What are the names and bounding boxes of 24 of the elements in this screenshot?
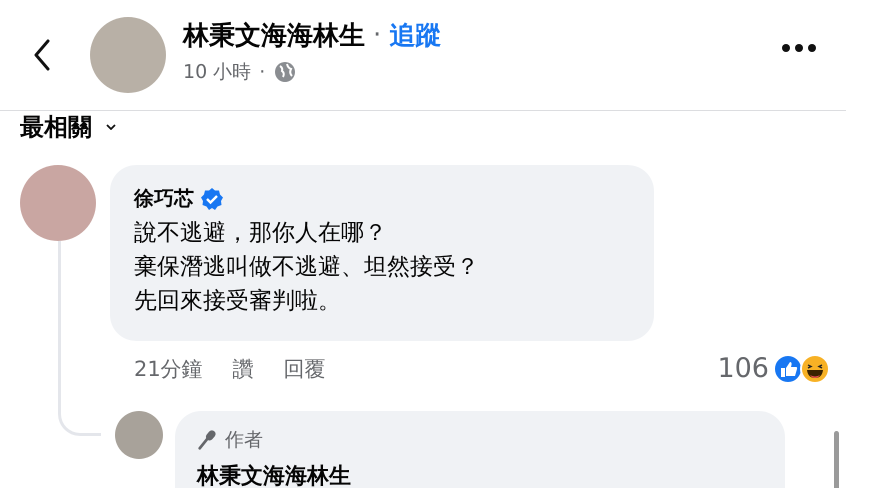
follow-link[interactable]: 追蹤 <box>389 18 442 52</box>
thumbs-up-icon <box>773 354 803 384</box>
comment-text: 棄保潛逃叫做不逃避、坦然接受？ <box>134 253 480 282</box>
more-icon[interactable] <box>781 43 817 53</box>
laughing-face-icon <box>800 354 830 384</box>
separator-dot: · <box>259 60 266 82</box>
separator-dot: · <box>373 20 382 50</box>
comment-time: 21分鐘 <box>134 356 203 382</box>
post-time: 10 小時 <box>183 60 252 84</box>
author-label: 作者 <box>225 428 263 453</box>
reaction-count: 106 <box>717 353 769 384</box>
comment-text: 先回來接受審判啦。 <box>134 287 342 316</box>
back-icon[interactable] <box>32 39 52 71</box>
caret-icon[interactable] <box>106 124 116 130</box>
avatar-photo[interactable] <box>115 411 163 459</box>
commenter-name[interactable]: 徐巧芯 <box>134 185 194 212</box>
globe-icon <box>273 60 298 84</box>
reply-link[interactable]: 回覆 <box>284 354 326 382</box>
comment-text: 說不逃避，那你人在哪？ <box>134 219 388 248</box>
author-name[interactable]: 林秉文海海林生 <box>183 18 365 52</box>
replier-name[interactable]: 林秉文海海林生 <box>197 461 763 488</box>
scrollbar[interactable] <box>834 431 839 488</box>
sort-dropdown[interactable]: 最相關 <box>20 111 92 143</box>
like-link[interactable]: 讚 <box>232 354 254 382</box>
